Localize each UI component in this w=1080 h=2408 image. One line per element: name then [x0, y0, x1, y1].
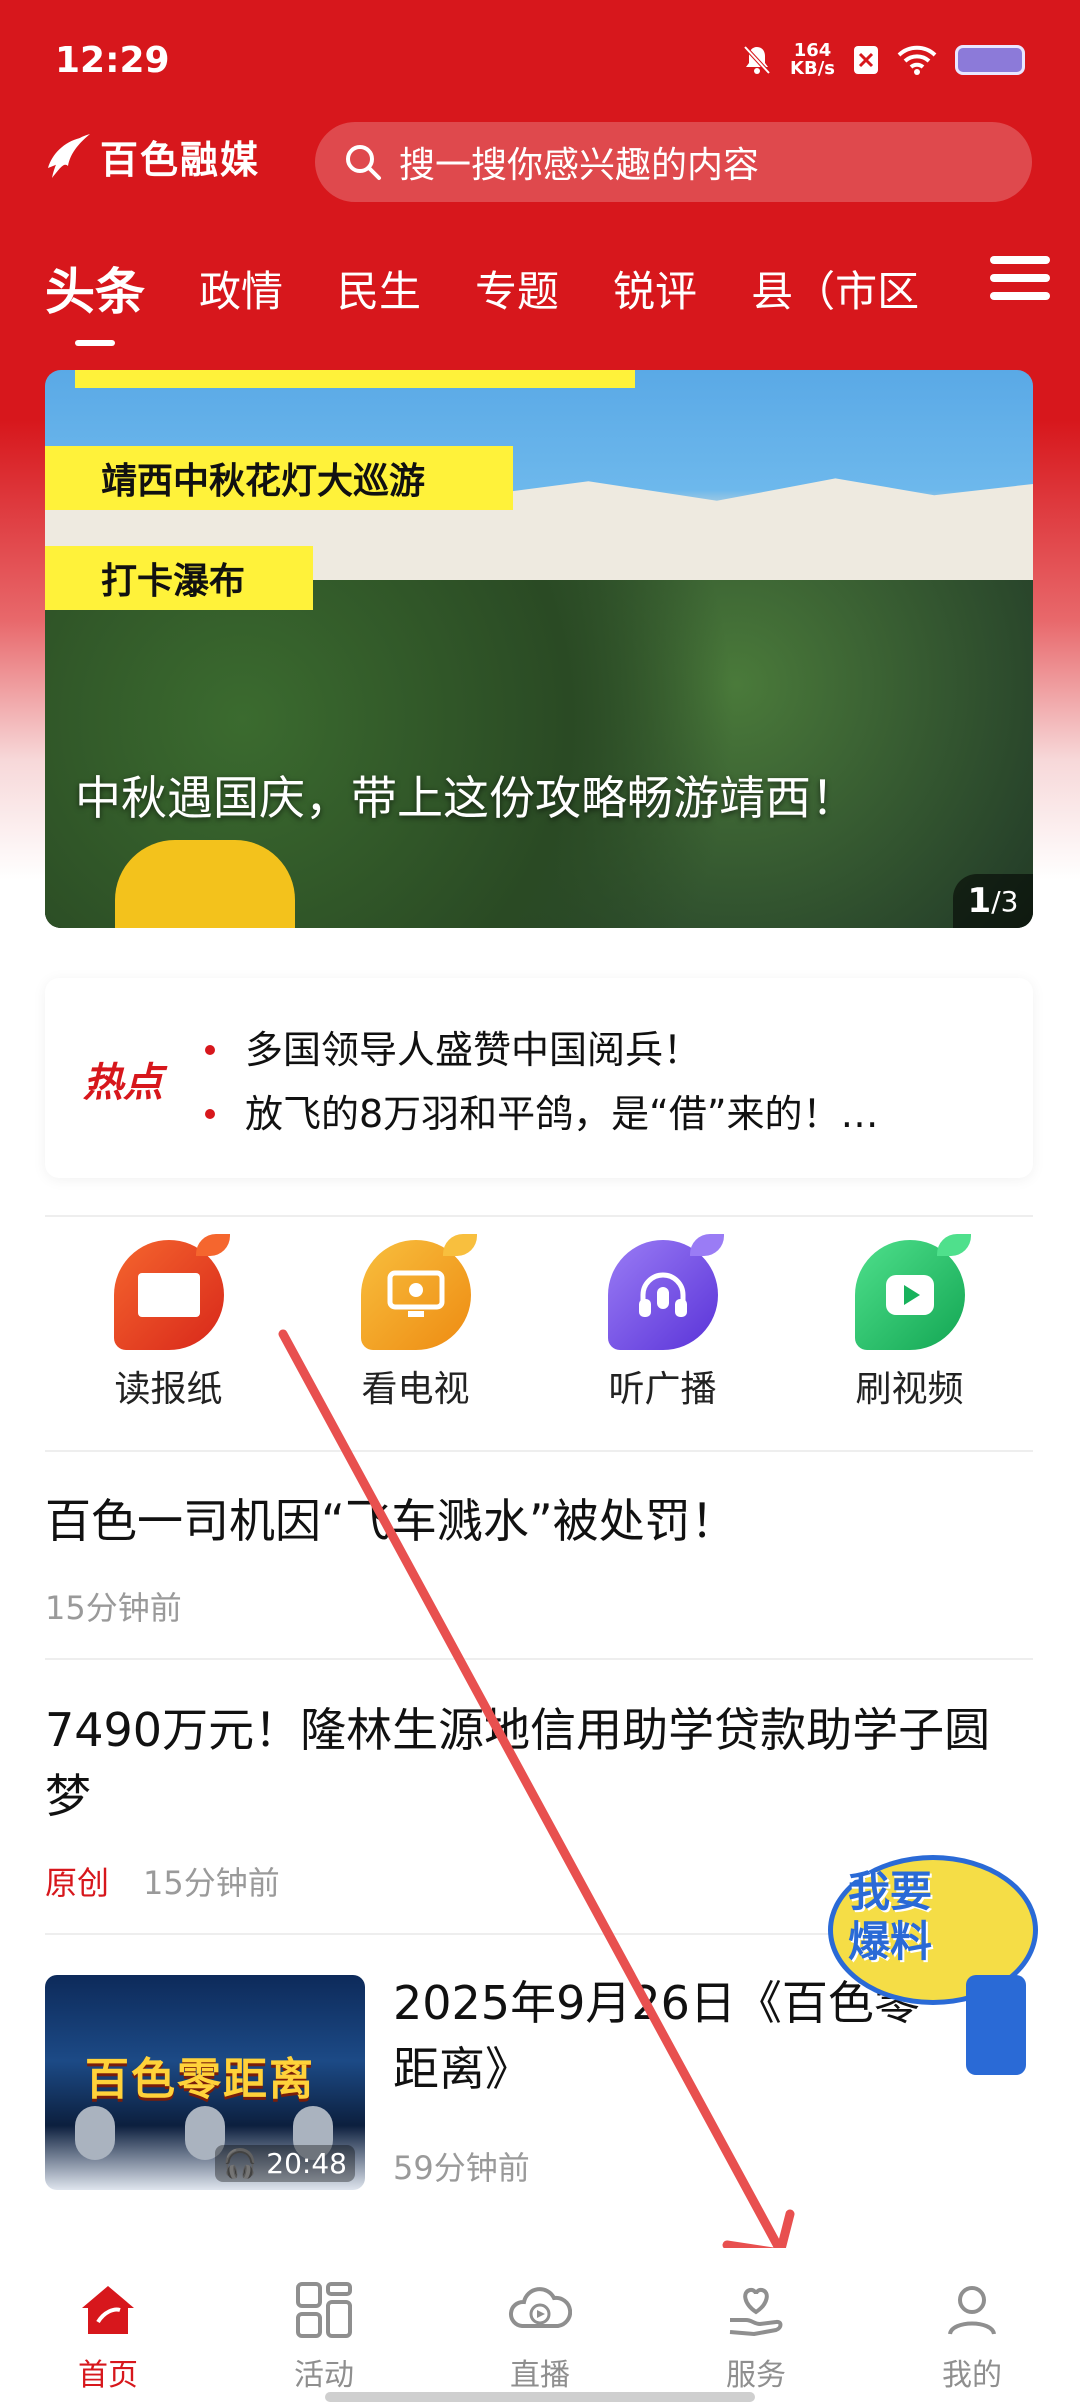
tab-topics[interactable]: 专题 — [475, 258, 559, 319]
nav-activities[interactable]: 活动 — [216, 2248, 432, 2408]
search-placeholder: 搜一搜你感兴趣的内容 — [399, 145, 760, 186]
tab-politics[interactable]: 政情 — [199, 258, 283, 319]
search-bar[interactable]: 搜一搜你感兴趣的内容 — [315, 122, 1032, 202]
channel-menu-icon[interactable] — [990, 256, 1050, 306]
nav-services[interactable]: 服务 — [648, 2248, 864, 2408]
quick-listen-radio[interactable]: 听广播 — [539, 1234, 786, 1440]
bottom-navigation: 首页 活动 直播 服务 我的 — [0, 2248, 1080, 2408]
microphone-icon — [75, 2106, 115, 2160]
news-title[interactable]: 7490万元！隆林生源地信用助学贷款助学子圆梦 — [45, 1697, 1035, 1829]
search-icon — [346, 145, 381, 180]
nav-home[interactable]: 首页 — [0, 2248, 216, 2408]
user-icon — [948, 2286, 996, 2335]
banner-decoration — [75, 370, 635, 388]
video-play-icon — [854, 1234, 971, 1350]
banner-carousel[interactable]: 靖西中秋花灯大巡游 打卡瀑布 中秋遇国庆，带上这份攻略畅游靖西！ 1/3 — [45, 370, 1033, 928]
heart-hand-icon — [729, 2287, 783, 2336]
banner-tag-lantern: 靖西中秋花灯大巡游 — [45, 446, 513, 510]
banner-tag-waterfall: 打卡瀑布 — [45, 546, 313, 610]
nav-live[interactable]: 直播 — [432, 2248, 648, 2408]
hot-item[interactable]: 放飞的8万羽和平鸽，是“借”来的！… — [205, 1082, 1005, 1146]
tab-county[interactable]: 县（市区 — [751, 258, 919, 319]
divider — [45, 1658, 1033, 1660]
hot-topics-card: 热点 多国领导人盛赞中国阅兵！ 放飞的8万羽和平鸽，是“借”来的！… — [45, 978, 1033, 1178]
quick-read-newspaper[interactable]: 读报纸 — [45, 1234, 292, 1440]
live-cloud-icon — [509, 2287, 573, 2328]
quick-actions: 读报纸 看电视 听广播 刷视频 — [45, 1234, 1033, 1440]
wifi-icon — [897, 45, 937, 75]
sim-x-icon — [854, 46, 878, 74]
news-title[interactable]: 百色一司机因“飞车溅水”被处罚！ — [45, 1488, 1035, 1554]
report-tip-button[interactable]: 我要 爆料 — [828, 1855, 1048, 2095]
mute-bell-icon — [743, 45, 771, 75]
banner-caption: 中秋遇国庆，带上这份攻略畅游靖西！ — [75, 771, 857, 825]
hot-label: 热点 — [83, 1060, 163, 1106]
battery-icon — [955, 45, 1025, 75]
divider — [45, 1215, 1033, 1217]
logo-text: 百色融媒 — [100, 137, 261, 182]
phone-tap-icon — [966, 1975, 1026, 2075]
tv-icon — [360, 1234, 477, 1350]
tab-livelihood[interactable]: 民生 — [337, 258, 421, 319]
home-indicator[interactable] — [325, 2392, 755, 2402]
original-tag: 原创 — [45, 1864, 110, 1902]
news-time: 15分钟前 — [45, 1589, 182, 1627]
news-meta: 原创 15分钟前 — [45, 1858, 280, 1904]
grid-icon — [296, 2282, 352, 2338]
newspaper-icon — [113, 1234, 230, 1350]
audio-duration: 🎧 20:48 — [214, 2145, 355, 2182]
app-logo: 百色融媒 — [42, 128, 260, 184]
logo-mark-icon — [48, 134, 90, 178]
thumbnail-title: 百色零距离 — [85, 2054, 315, 2105]
status-bar: 12:29 164 KB/s — [0, 0, 1080, 120]
nav-profile[interactable]: 我的 — [864, 2248, 1080, 2408]
network-speed: 164 KB/s — [790, 40, 835, 79]
channel-tabs: 头条 政情 民生 专题 锐评 县（市区 — [45, 248, 1045, 346]
tab-commentary[interactable]: 锐评 — [613, 258, 697, 319]
quick-watch-tv[interactable]: 看电视 — [292, 1234, 539, 1440]
tab-headline[interactable]: 头条 — [45, 252, 145, 346]
report-label: 我要 爆料 — [848, 1867, 933, 1966]
news-time: 15分钟前 — [143, 1864, 280, 1902]
hot-item[interactable]: 多国领导人盛赞中国阅兵！ — [205, 1018, 1005, 1082]
quick-browse-video[interactable]: 刷视频 — [786, 1234, 1033, 1440]
home-icon — [82, 2286, 134, 2334]
status-time: 12:29 — [55, 39, 170, 81]
divider — [45, 1450, 1033, 1452]
news-time: 59分钟前 — [393, 2149, 530, 2187]
banner-pager: 1/3 — [953, 874, 1033, 928]
news-thumbnail[interactable]: 百色零距离 🎧 20:48 — [45, 1975, 365, 2190]
banner-flower-decoration — [115, 840, 295, 928]
headphones-icon — [607, 1234, 724, 1350]
